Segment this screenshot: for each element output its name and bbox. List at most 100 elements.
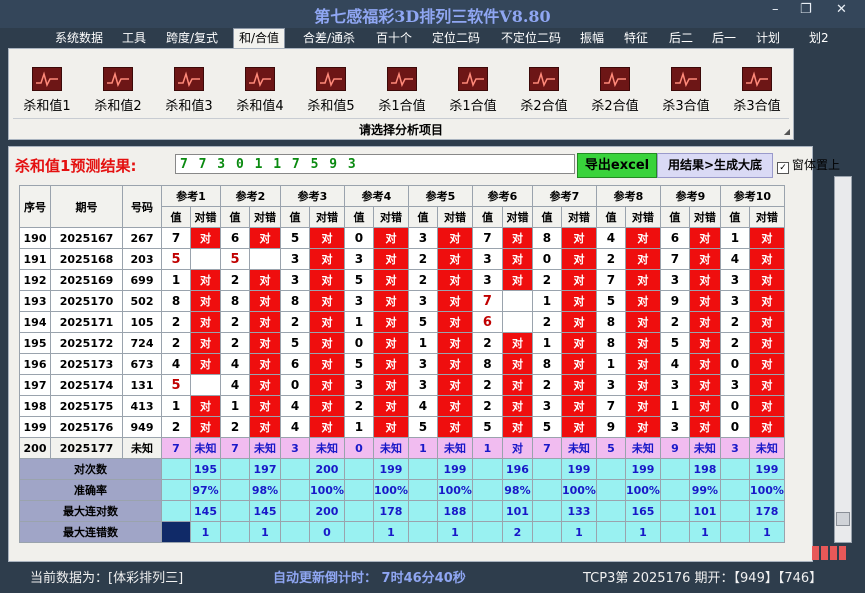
- ref-value: 4: [220, 353, 250, 375]
- table-row[interactable]: 198 2025175 413 1 对 1 对 4 对 2 对 4 对 2 对 3 对 7 对 1 对 0 对: [19, 395, 785, 417]
- menu-span[interactable]: 跨度/复式: [161, 29, 223, 47]
- dialog-launcher-icon[interactable]: ◢: [784, 127, 790, 136]
- stats-value: 165: [624, 500, 661, 522]
- result-hit: 对: [560, 248, 597, 270]
- menu-system-data[interactable]: 系统数据: [50, 29, 108, 47]
- ref-value: 2: [471, 374, 503, 396]
- menu-sum[interactable]: 和/合值: [233, 28, 286, 49]
- result-hit: 对: [501, 332, 533, 354]
- ribbon-button[interactable]: 杀3合值: [652, 67, 720, 115]
- result-hit: 对: [624, 353, 661, 375]
- row-serial: 198: [19, 395, 51, 417]
- table-row[interactable]: 199 2025176 949 2 对 2 对 4 对 1 对 5 对 5 对 5 对 9 对 3 对 0 对: [19, 416, 785, 438]
- menu-plan-2[interactable]: 划2: [804, 29, 834, 47]
- ref-header[interactable]: 参考7: [531, 185, 597, 207]
- result-hit: 对: [688, 269, 721, 291]
- export-excel-button[interactable]: 导出excel: [577, 153, 657, 178]
- ribbon-button[interactable]: 杀和值1: [13, 67, 81, 115]
- menu-plan[interactable]: 计划: [751, 29, 785, 47]
- row-period: 2025175: [50, 395, 123, 417]
- ribbon-button[interactable]: 杀和值5: [297, 67, 365, 115]
- period-header[interactable]: 期号: [50, 185, 123, 228]
- ref-value: 6: [220, 227, 250, 249]
- topmost-checkbox[interactable]: ✓ 窗体置上: [777, 156, 840, 174]
- ref-header[interactable]: 参考3: [280, 185, 345, 207]
- vertical-scrollbar[interactable]: [834, 176, 852, 543]
- ref-header[interactable]: 参考1: [161, 185, 221, 207]
- ribbon-button[interactable]: 杀和值2: [84, 67, 152, 115]
- table-row[interactable]: 190 2025167 267 7 对 6 对 5 对 0 对 3 对 7 对 8 对 4 对 6 对 1 对: [19, 227, 785, 249]
- ribbon-button[interactable]: 杀1合值: [439, 67, 507, 115]
- result-subheader: 对错: [372, 206, 409, 228]
- menu-sum-diff[interactable]: 合差/通杀: [298, 29, 360, 47]
- table-row[interactable]: 192 2025169 699 1 对 2 对 3 对 5 对 2 对 3 对 2 对 7 对 3 对 3 对: [19, 269, 785, 291]
- menu-digits[interactable]: 百十个: [371, 29, 417, 47]
- stats-blank: [531, 458, 562, 480]
- menu-tools[interactable]: 工具: [117, 29, 151, 47]
- ribbon-button[interactable]: 杀3合值: [723, 67, 791, 115]
- result-hit: 对: [501, 416, 533, 438]
- table-row[interactable]: 191 2025168 203 5 5 3 对 3 对 2 对 3 对 0 对 2 对 7 对 4 对: [19, 248, 785, 270]
- table-row[interactable]: 197 2025174 131 5 4 对 0 对 3 对 3 对 2 对 2 对 3 对 3 对 3 对: [19, 374, 785, 396]
- result-subheader: 对错: [501, 206, 533, 228]
- ribbon-button[interactable]: 杀1合值: [368, 67, 436, 115]
- stats-blank: [595, 500, 626, 522]
- result-hit: 对: [436, 416, 473, 438]
- serial-header[interactable]: 序号: [19, 185, 51, 228]
- stats-value: 199: [748, 458, 785, 480]
- stats-label: 对次数: [19, 458, 162, 480]
- row-code: 267: [122, 227, 162, 249]
- ref-value: 3: [343, 290, 374, 312]
- menu-feature[interactable]: 特征: [619, 29, 653, 47]
- table-row[interactable]: 196 2025173 673 4 对 4 对 6 对 5 对 3 对 8 对 8 对 1 对 4 对 0 对: [19, 353, 785, 375]
- stats-blank: [595, 458, 626, 480]
- row-serial: 196: [19, 353, 51, 375]
- value-subheader: 值: [343, 206, 374, 228]
- result-hit: 对: [309, 269, 345, 291]
- ref-header[interactable]: 参考10: [719, 185, 785, 207]
- stats-blank: [471, 479, 503, 501]
- minimize-icon[interactable]: –: [772, 2, 779, 17]
- ref-header[interactable]: 参考9: [659, 185, 721, 207]
- row-code: 105: [122, 311, 162, 333]
- ref-header[interactable]: 参考4: [343, 185, 409, 207]
- menu-fixed-two[interactable]: 定位二码: [427, 29, 485, 47]
- generate-base-button[interactable]: 用结果>生成大底: [657, 153, 773, 178]
- ref-header[interactable]: 参考6: [471, 185, 533, 207]
- stats-blank: [595, 479, 626, 501]
- close-icon[interactable]: ✕: [836, 2, 847, 17]
- ribbon-button[interactable]: 杀和值3: [155, 67, 223, 115]
- restore-icon[interactable]: ❐: [800, 2, 812, 17]
- ribbon-button-label: 杀1合值: [449, 99, 497, 114]
- ribbon-button[interactable]: 杀2合值: [510, 67, 578, 115]
- value-subheader: 值: [531, 206, 562, 228]
- result-hit: 对: [501, 374, 533, 396]
- ribbon-button[interactable]: 杀和值4: [226, 67, 294, 115]
- scrollbar-thumb[interactable]: [836, 512, 850, 526]
- pending-row[interactable]: 200 2025177 未知 7 未知 7 未知 3 未知 0 未知 1 未知 1 对 7 未知 5 未知 9 未知 3 未…: [19, 437, 785, 459]
- result-hit: 对: [190, 353, 221, 375]
- ref-value: 6: [280, 353, 310, 375]
- ref-value: 1: [659, 395, 690, 417]
- result-hit: 对: [688, 332, 721, 354]
- row-period: 2025167: [50, 227, 123, 249]
- result-hit: 对: [688, 290, 721, 312]
- menu-last-two[interactable]: 后二: [664, 29, 698, 47]
- table-row[interactable]: 194 2025171 105 2 对 2 对 2 对 1 对 5 对 6 2 对 8 对 2 对 2 对: [19, 311, 785, 333]
- prediction-field[interactable]: 7 7 3 0 1 1 7 5 9 3: [175, 154, 575, 174]
- ref-header[interactable]: 参考8: [595, 185, 661, 207]
- menu-unfixed-two[interactable]: 不定位二码: [496, 29, 566, 47]
- menu-last-one[interactable]: 后一: [707, 29, 741, 47]
- code-header[interactable]: 号码: [122, 185, 162, 228]
- result-hit: 对: [190, 227, 221, 249]
- ref-header[interactable]: 参考5: [407, 185, 473, 207]
- stats-blank: [220, 521, 250, 543]
- table-row[interactable]: 195 2025172 724 2 对 2 对 5 对 0 对 1 对 2 对 1 对 8 对 5 对 2 对: [19, 332, 785, 354]
- value-subheader: 值: [471, 206, 503, 228]
- check-icon[interactable]: ✓: [777, 162, 789, 174]
- ref-header[interactable]: 参考2: [220, 185, 281, 207]
- ribbon-button[interactable]: 杀2合值: [581, 67, 649, 115]
- stats-value: 1: [190, 521, 221, 543]
- table-row[interactable]: 193 2025170 502 8 对 8 对 8 对 3 对 3 对 7 1 对 5 对 9 对 3 对: [19, 290, 785, 312]
- menu-amplitude[interactable]: 振幅: [575, 29, 609, 47]
